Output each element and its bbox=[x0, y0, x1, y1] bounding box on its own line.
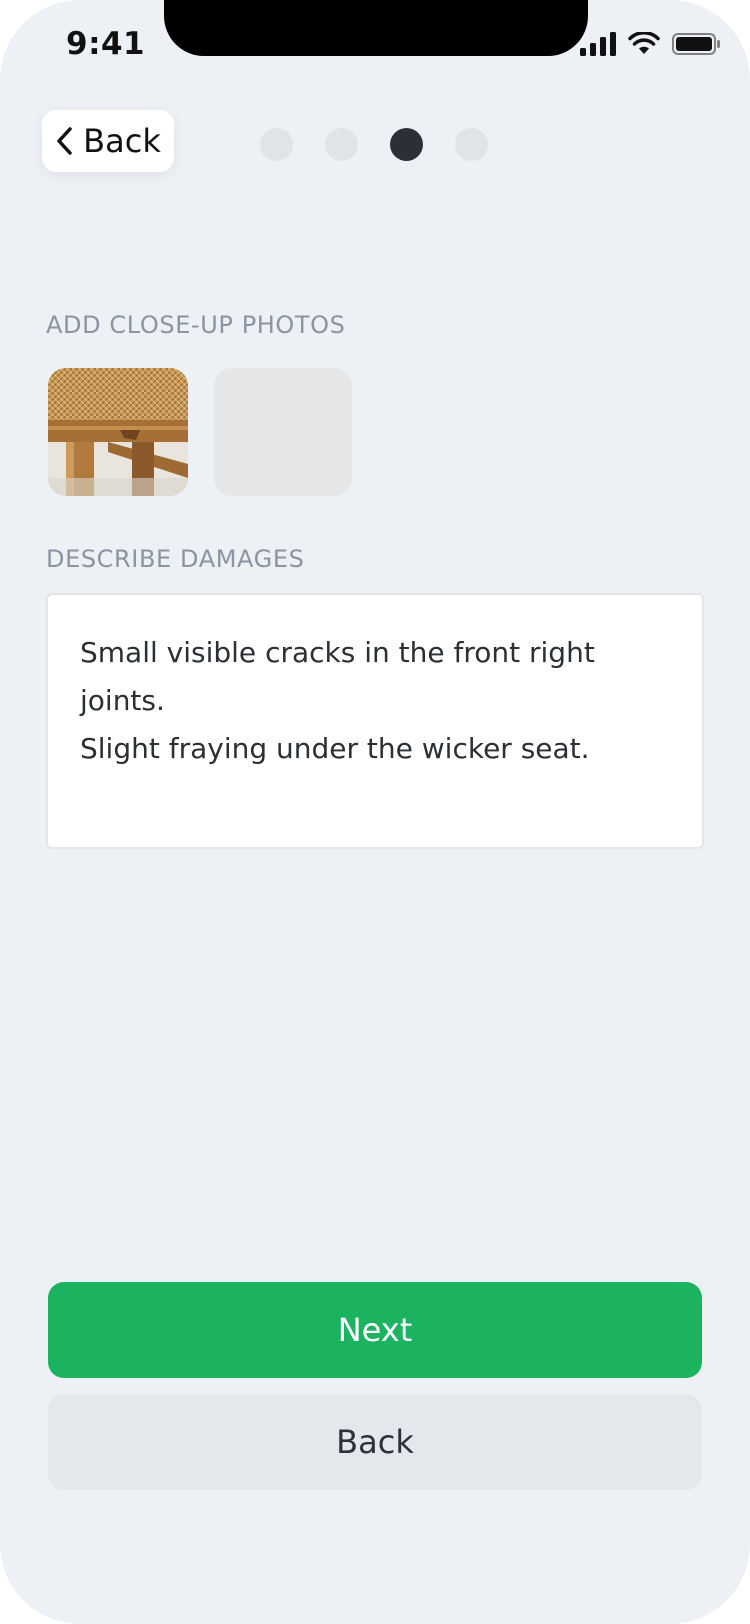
status-icons bbox=[580, 32, 720, 56]
wifi-icon bbox=[628, 32, 660, 54]
header-back-button[interactable]: Back bbox=[42, 110, 174, 172]
step-dot bbox=[260, 128, 293, 161]
header-back-label: Back bbox=[83, 122, 161, 160]
signal-icon bbox=[580, 32, 616, 56]
step-dot bbox=[325, 128, 358, 161]
damage-description-field[interactable]: Small visible cracks in the front right … bbox=[46, 593, 704, 849]
app-screen: 9:41 Back ADD CLOSE-UP PHOTOS DESCRIBE D… bbox=[0, 0, 750, 1624]
step-indicator bbox=[260, 128, 488, 161]
battery-icon bbox=[672, 33, 720, 55]
next-button[interactable]: Next bbox=[48, 1282, 702, 1378]
status-time: 9:41 bbox=[66, 26, 146, 62]
add-photo-slot[interactable] bbox=[214, 368, 352, 496]
back-button[interactable]: Back bbox=[48, 1394, 702, 1490]
damage-photo-thumbnail[interactable] bbox=[48, 368, 188, 496]
chair-photo-image bbox=[48, 368, 188, 496]
step-dot bbox=[455, 128, 488, 161]
damages-section-label: DESCRIBE DAMAGES bbox=[46, 545, 305, 573]
chevron-left-icon bbox=[57, 127, 72, 155]
step-dot-active bbox=[390, 128, 423, 161]
device-notch bbox=[164, 0, 588, 56]
photos-section-label: ADD CLOSE-UP PHOTOS bbox=[46, 311, 346, 339]
